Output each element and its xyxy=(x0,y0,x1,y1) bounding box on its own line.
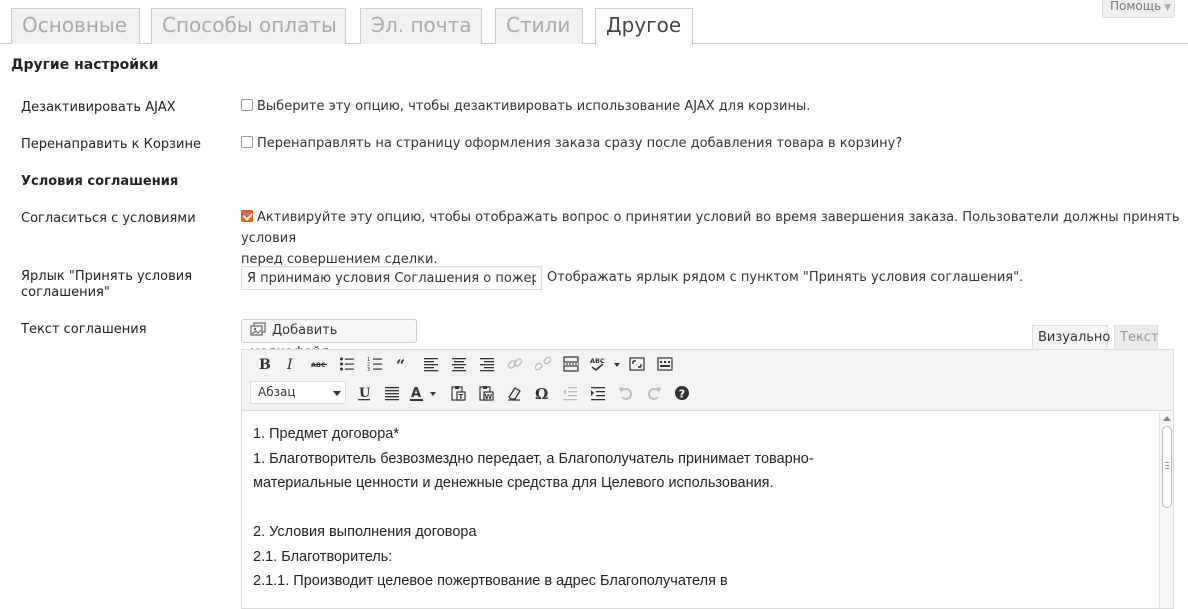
scroll-up-icon[interactable] xyxy=(1163,416,1171,421)
content-line: 1. Благотворитель безвозмездно передает,… xyxy=(253,450,814,467)
add-media-button[interactable]: Добавить медиафайл xyxy=(241,319,417,360)
terms-text-label: Текст соглашения xyxy=(21,322,147,337)
justify-icon[interactable] xyxy=(381,382,403,404)
tab-payment-methods[interactable]: Способы оплаты xyxy=(151,8,346,44)
tab-text[interactable]: Текст xyxy=(1114,325,1159,350)
editor-content[interactable]: 1. Предмет договора* 1. Благотворитель б… xyxy=(242,412,1159,608)
ajax-text: Выберите эту опцию, чтобы дезактивироват… xyxy=(257,99,811,114)
svg-text:A: A xyxy=(411,386,421,401)
chevron-down-icon xyxy=(333,391,341,396)
svg-text:?: ? xyxy=(679,388,685,401)
agree-label-label-line1: Ярлык "Принять условия xyxy=(21,269,193,284)
editor-scrollbar[interactable] xyxy=(1159,412,1173,608)
agree-label-hint: Отображать ярлык рядом с пунктом "Принят… xyxy=(547,270,1024,285)
unlink-icon[interactable] xyxy=(532,353,554,375)
agree-option: Активируйте эту опцию, чтобы отображать … xyxy=(241,207,1188,270)
bullet-list-icon[interactable] xyxy=(336,353,358,375)
agree-label-input[interactable] xyxy=(241,266,542,290)
grip-line xyxy=(1165,462,1169,463)
tab-general[interactable]: Основные xyxy=(11,8,140,44)
special-character-icon[interactable]: Ω xyxy=(531,382,553,404)
undo-icon[interactable] xyxy=(615,382,637,404)
content-line: 2. Условия выполнения договора xyxy=(253,524,477,540)
read-more-icon[interactable] xyxy=(560,353,582,375)
content-line: материальные ценности и денежные средств… xyxy=(253,475,774,491)
align-center-icon[interactable] xyxy=(448,353,470,375)
svg-text:U: U xyxy=(359,386,371,401)
content-line: 2.1.1. Производит целевое пожертвование … xyxy=(253,573,728,589)
svg-text:W: W xyxy=(485,393,493,401)
svg-text:I: I xyxy=(286,357,293,372)
paragraph-format-value: Абзац xyxy=(258,385,296,399)
grip-line xyxy=(1165,465,1169,466)
redirect-label: Перенаправить к Корзине xyxy=(21,137,201,152)
content-line: 2.1. Благотворитель: xyxy=(253,548,393,565)
svg-text:3: 3 xyxy=(367,367,370,372)
tab-email[interactable]: Эл. почта xyxy=(360,8,482,44)
redo-icon[interactable] xyxy=(643,382,665,404)
bold-icon[interactable]: B xyxy=(253,353,275,375)
clear-formatting-icon[interactable] xyxy=(503,382,525,404)
paragraph-format-select[interactable]: Абзац xyxy=(250,381,346,404)
paste-word-icon[interactable]: W xyxy=(475,382,497,404)
ajax-checkbox[interactable] xyxy=(241,99,253,111)
rich-text-editor: B I ABC 123 “ ABC Абзац U A T W Ω ? 1. П… xyxy=(241,349,1174,609)
svg-text:Ω: Ω xyxy=(535,385,548,401)
grip-line xyxy=(1165,468,1169,469)
paste-text-icon[interactable]: T xyxy=(447,382,469,404)
agree-label: Согласиться с условиями xyxy=(21,211,196,226)
text-color-icon[interactable]: A xyxy=(407,382,441,404)
svg-text:“: “ xyxy=(396,356,405,372)
blockquote-icon[interactable]: “ xyxy=(392,353,414,375)
content-line: 1. Предмет договора* xyxy=(253,426,399,442)
settings-tabs: Основные Способы оплаты Эл. почта Стили … xyxy=(0,0,1188,45)
spellcheck-icon[interactable]: ABC xyxy=(588,353,624,375)
toolbar-toggle-icon[interactable] xyxy=(654,353,676,375)
redirect-checkbox[interactable] xyxy=(241,136,253,148)
fullscreen-icon[interactable] xyxy=(626,353,648,375)
redirect-text: Перенаправлять на страницу оформления за… xyxy=(257,136,903,151)
media-icon xyxy=(250,322,266,336)
svg-text:B: B xyxy=(259,357,271,372)
italic-icon[interactable]: I xyxy=(280,353,302,375)
tab-visual[interactable]: Визуально xyxy=(1032,325,1110,350)
ajax-option: Выберите эту опцию, чтобы дезактивироват… xyxy=(241,96,810,117)
agree-label-label-line2: соглашения" xyxy=(21,285,110,300)
redirect-option: Перенаправлять на страницу оформления за… xyxy=(241,133,902,154)
agree-text-line1: Активируйте эту опцию, чтобы отображать … xyxy=(241,210,1180,246)
editor-toolbar: B I ABC 123 “ ABC Абзац U A T W Ω ? xyxy=(242,350,1173,411)
terms-heading: Условия соглашения xyxy=(21,174,179,189)
align-left-icon[interactable] xyxy=(420,353,442,375)
underline-icon[interactable]: U xyxy=(353,382,375,404)
section-title: Другие настройки xyxy=(11,57,159,73)
agree-checkbox[interactable] xyxy=(241,210,253,222)
indent-icon[interactable] xyxy=(587,382,609,404)
scrollbar-thumb[interactable] xyxy=(1162,426,1172,508)
tab-styles[interactable]: Стили xyxy=(495,8,583,44)
tab-other[interactable]: Другое xyxy=(595,8,693,45)
content-line xyxy=(253,496,1148,521)
numbered-list-icon[interactable]: 123 xyxy=(364,353,386,375)
agree-text-line2: перед совершением сделки. xyxy=(241,252,438,267)
help-icon[interactable]: ? xyxy=(671,382,693,404)
ajax-label: Дезактивировать AJAX xyxy=(21,100,176,115)
align-right-icon[interactable] xyxy=(476,353,498,375)
svg-text:T: T xyxy=(459,393,464,401)
strikethrough-icon[interactable]: ABC xyxy=(308,353,330,375)
link-icon[interactable] xyxy=(504,353,526,375)
agree-label-label: Ярлык "Принять условия соглашения" xyxy=(21,269,192,301)
outdent-icon[interactable] xyxy=(559,382,581,404)
